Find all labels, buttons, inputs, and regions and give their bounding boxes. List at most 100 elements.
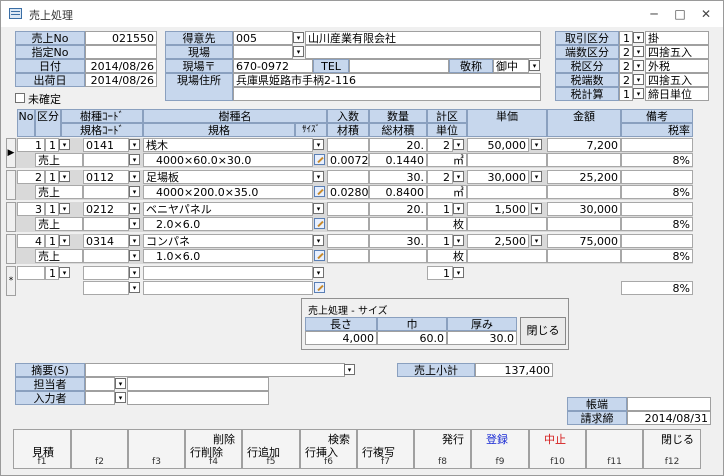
customer-code-field[interactable]: 005 (233, 31, 293, 45)
code-dropdown-icon[interactable]: ▾ (129, 139, 140, 150)
fkey-button-f9[interactable]: 登録 f9 (471, 429, 529, 469)
close-icon[interactable]: ✕ (693, 5, 719, 23)
thick-field[interactable]: 30.0 (447, 331, 517, 345)
code-dropdown-icon[interactable]: ▾ (129, 267, 140, 278)
row-price[interactable]: 30,000 (467, 170, 529, 184)
row-calc[interactable]: 1 (427, 234, 453, 248)
row-kubun[interactable]: 1 (45, 170, 59, 184)
right-dropdown-icon-0[interactable]: ▾ (633, 32, 644, 43)
row-note[interactable] (621, 138, 693, 152)
fkey-button-f11[interactable]: f11 (586, 429, 643, 469)
staff-field[interactable] (85, 377, 115, 391)
row-kubun[interactable]: 1 (45, 234, 59, 248)
calc-dropdown-icon[interactable]: ▾ (453, 203, 464, 214)
fkey-button-f2[interactable]: f2 (71, 429, 128, 469)
fkey-button-f6[interactable]: 検索 行挿入 f6 (300, 429, 357, 469)
right-dropdown-icon-4[interactable]: ▾ (633, 88, 644, 99)
row-kcode[interactable] (83, 185, 129, 199)
input-user-dropdown-icon[interactable]: ▾ (115, 392, 126, 403)
site-dropdown-icon[interactable]: ▾ (293, 46, 304, 57)
customer-dropdown-icon[interactable]: ▾ (293, 32, 304, 43)
row-code[interactable] (83, 266, 129, 280)
right-code-4[interactable]: 1 (619, 87, 633, 101)
row-amount[interactable]: 20. (369, 202, 427, 216)
honor-dropdown-icon[interactable]: ▾ (529, 60, 540, 71)
right-dropdown-icon-2[interactable]: ▾ (633, 60, 644, 71)
row-selector-icon[interactable] (6, 202, 16, 232)
fkey-button-f4[interactable]: 削除 行削除 f4 (185, 429, 242, 469)
right-dropdown-icon-3[interactable]: ▾ (633, 74, 644, 85)
fkey-button-f1[interactable]: 見積 f1 (13, 429, 71, 469)
right-code-2[interactable]: 2 (619, 59, 633, 73)
kubun-dropdown-icon[interactable]: ▾ (59, 235, 70, 246)
row-name[interactable] (143, 266, 313, 280)
fkey-button-f7[interactable]: 行複写 f7 (357, 429, 414, 469)
name-dropdown-icon[interactable]: ▾ (313, 139, 324, 150)
kubun-dropdown-icon[interactable]: ▾ (59, 267, 70, 278)
maximize-icon[interactable]: □ (667, 5, 693, 23)
right-code-3[interactable]: 2 (619, 73, 633, 87)
kcode-dropdown-icon[interactable]: ▾ (129, 186, 140, 197)
date-field[interactable]: 2014/08/26 (85, 59, 157, 73)
row-calc[interactable]: 1 (427, 266, 453, 280)
row-calc[interactable]: 1 (427, 202, 453, 216)
price-dropdown-icon[interactable]: ▾ (531, 235, 542, 246)
input-user-field[interactable] (85, 391, 115, 405)
row-selector-icon[interactable]: ▶ (6, 138, 16, 168)
calc-dropdown-icon[interactable]: ▾ (453, 235, 464, 246)
row-qty[interactable] (327, 234, 369, 248)
name-dropdown-icon[interactable]: ▾ (313, 267, 324, 278)
row-selector-icon[interactable] (6, 234, 16, 264)
unconfirmed-checkbox[interactable] (15, 93, 25, 103)
kcode-dropdown-icon[interactable]: ▾ (129, 250, 140, 261)
row-code[interactable]: 0314 (83, 234, 129, 248)
kubun-dropdown-icon[interactable]: ▾ (59, 171, 70, 182)
row-calc[interactable]: 2 (427, 138, 453, 152)
row-code[interactable]: 0112 (83, 170, 129, 184)
kcode-dropdown-icon[interactable]: ▾ (129, 218, 140, 229)
memo-dropdown-icon[interactable]: ▾ (344, 364, 355, 375)
tel-field[interactable] (349, 59, 449, 73)
width-field[interactable]: 60.0 (377, 331, 447, 345)
address-field-2[interactable] (233, 87, 541, 101)
edit-size-icon[interactable] (314, 282, 325, 293)
row-price[interactable]: 2,500 (467, 234, 529, 248)
row-note[interactable] (621, 234, 693, 248)
row-kubun[interactable]: 1 (45, 266, 59, 280)
edit-size-icon[interactable] (314, 218, 325, 229)
edit-size-icon[interactable] (314, 186, 325, 197)
row-code[interactable]: 0141 (83, 138, 129, 152)
row-qty[interactable] (327, 170, 369, 184)
fkey-button-f8[interactable]: 発行 f8 (414, 429, 471, 469)
calc-dropdown-icon[interactable]: ▾ (453, 267, 464, 278)
row-qty[interactable] (327, 202, 369, 216)
name-dropdown-icon[interactable]: ▾ (313, 203, 324, 214)
row-amount[interactable]: 30. (369, 170, 427, 184)
row-selector-icon[interactable] (6, 170, 16, 200)
kcode-dropdown-icon[interactable]: ▾ (129, 282, 140, 293)
name-dropdown-icon[interactable]: ▾ (313, 235, 324, 246)
fkey-button-f3[interactable]: f3 (128, 429, 185, 469)
name-dropdown-icon[interactable]: ▾ (313, 171, 324, 182)
row-amount[interactable]: 20. (369, 138, 427, 152)
right-code-1[interactable]: 2 (619, 45, 633, 59)
calc-dropdown-icon[interactable]: ▾ (453, 171, 464, 182)
row-kcode[interactable] (83, 281, 129, 295)
kubun-dropdown-icon[interactable]: ▾ (59, 203, 70, 214)
staff-dropdown-icon[interactable]: ▾ (115, 378, 126, 389)
row-kcode[interactable] (83, 217, 129, 231)
spec-no-field[interactable] (85, 45, 157, 59)
row-kcode[interactable] (83, 249, 129, 263)
length-field[interactable]: 4,000 (305, 331, 377, 345)
row-kubun[interactable]: 1 (45, 202, 59, 216)
price-dropdown-icon[interactable]: ▾ (531, 203, 542, 214)
right-code-0[interactable]: 1 (619, 31, 633, 45)
ship-date-field[interactable]: 2014/08/26 (85, 73, 157, 87)
row-price[interactable]: 1,500 (467, 202, 529, 216)
code-dropdown-icon[interactable]: ▾ (129, 171, 140, 182)
popup-close-button[interactable]: 閉じる (520, 317, 566, 345)
price-dropdown-icon[interactable]: ▾ (531, 139, 542, 150)
site-field[interactable] (233, 45, 293, 59)
row-qty[interactable] (327, 138, 369, 152)
row-calc[interactable]: 2 (427, 170, 453, 184)
